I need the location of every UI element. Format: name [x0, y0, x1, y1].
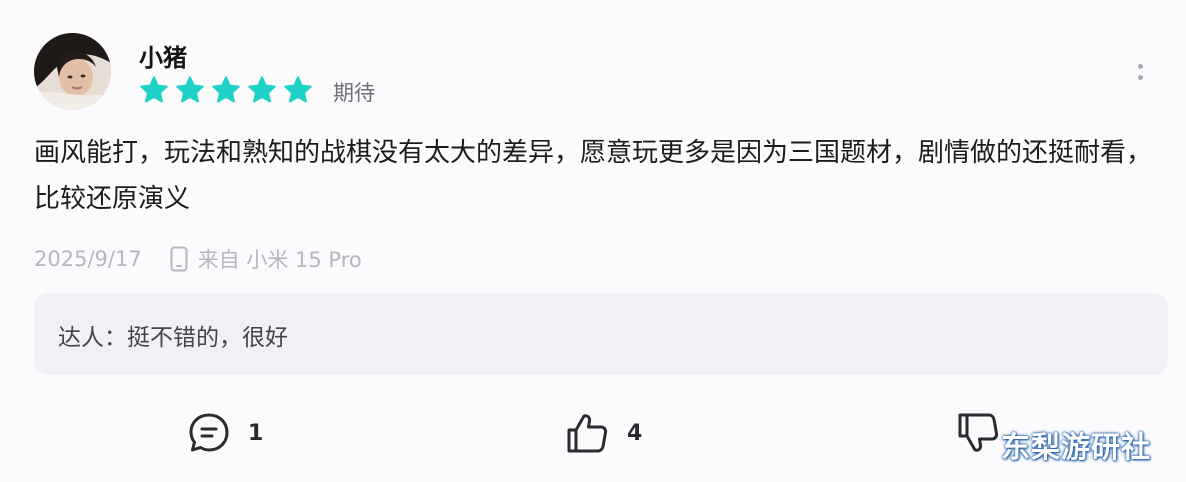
- user-avatar[interactable]: [34, 33, 111, 110]
- reply-box[interactable]: 达人：挺不错的，很好: [34, 293, 1168, 375]
- rating-label: 期待: [333, 81, 375, 105]
- username[interactable]: 小猪: [139, 38, 187, 73]
- star-icon: [248, 76, 276, 103]
- menu-dot: [1137, 64, 1143, 69]
- avatar-photo-icon: [34, 33, 111, 110]
- review-meta: 2025/9/17 来自 小米 15 Pro: [34, 244, 362, 274]
- watermark: 东梨游研社: [1001, 430, 1152, 464]
- like-count: 4: [627, 420, 643, 446]
- star-icon: [176, 76, 204, 103]
- comment-button[interactable]: 1: [186, 410, 263, 456]
- like-button[interactable]: 4: [565, 410, 642, 456]
- comment-count: 1: [248, 420, 264, 446]
- review-body: 画风能打，玩法和熟知的战棋没有太大的差异，愿意玩更多是因为三国题材，剧情做的还挺…: [34, 138, 1153, 214]
- thumbs-down-icon: [958, 413, 999, 452]
- dislike-button[interactable]: [956, 410, 1002, 456]
- star-icon: [140, 76, 168, 103]
- thumbs-up-icon: [567, 414, 608, 453]
- reply-text: 达人：挺不错的，很好: [58, 325, 288, 351]
- star-icon: [212, 76, 240, 103]
- device-label: 来自 小米 15 Pro: [197, 248, 362, 272]
- comment-icon: [189, 413, 229, 452]
- review-date: 2025/9/17: [34, 247, 142, 271]
- star-icon: [284, 76, 312, 103]
- phone-icon: [170, 246, 188, 272]
- star-rating: [139, 75, 313, 105]
- review-card: 小猪 期待 画风能打，玩法和熟知的战棋没有太大的差异，愿意玩更多是因为三国题材，…: [0, 0, 1186, 482]
- more-vertical-icon[interactable]: [1130, 58, 1150, 86]
- menu-dot: [1137, 75, 1143, 80]
